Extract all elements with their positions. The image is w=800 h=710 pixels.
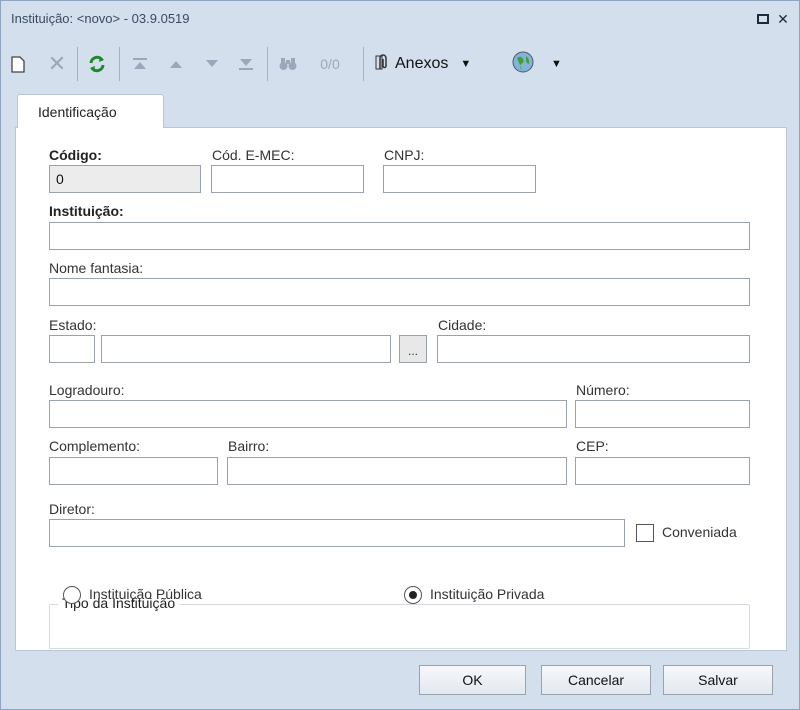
instituicao-privada-radio[interactable] [404, 586, 422, 604]
tab-identificacao[interactable]: Identificação [17, 94, 164, 128]
instituicao-publica-radio[interactable] [63, 586, 81, 604]
estado-lookup-button[interactable]: ... [399, 335, 427, 363]
nome-fantasia-field[interactable] [49, 278, 750, 306]
delete-icon[interactable]: ✕ [45, 51, 69, 77]
ok-button[interactable]: OK [419, 665, 526, 695]
window-title: Instituição: <novo> - 03.9.0519 [11, 11, 190, 26]
globe-dropdown-button[interactable]: ▼ [511, 51, 571, 77]
logradouro-field[interactable] [49, 400, 567, 428]
chevron-down-icon: ▼ [551, 58, 562, 70]
next-record-icon[interactable] [201, 51, 223, 77]
cep-field[interactable] [575, 457, 750, 485]
previous-record-icon[interactable] [165, 51, 187, 77]
binoculars-icon[interactable] [277, 51, 299, 77]
instituicao-field[interactable] [49, 222, 750, 250]
complemento-label: Complemento: [49, 438, 141, 454]
tab-identificacao-label: Identificação [38, 104, 117, 120]
paperclip-icon [375, 53, 391, 76]
record-counter: 0/0 [320, 56, 340, 72]
numero-label: Número: [576, 382, 630, 398]
bairro-label: Bairro: [228, 438, 270, 454]
complemento-field[interactable] [49, 457, 218, 485]
toolbar-separator [77, 47, 78, 81]
anexos-label: Anexos [395, 55, 449, 72]
content-area: Identificação Código: Cód. E-MEC: CNPJ: … [11, 89, 789, 653]
new-document-icon[interactable] [7, 51, 29, 77]
globe-icon [511, 50, 535, 79]
toolbar: ✕ 0/0 Anexos ▼ ▼ [1, 39, 799, 89]
save-button[interactable]: Salvar [663, 665, 773, 695]
cnpj-field[interactable] [383, 165, 536, 193]
estado-name-field[interactable] [101, 335, 391, 363]
bairro-field[interactable] [227, 457, 567, 485]
chevron-down-icon: ▼ [460, 58, 472, 70]
cod-emec-field[interactable] [211, 165, 364, 193]
cidade-field[interactable] [437, 335, 750, 363]
cidade-label: Cidade: [438, 317, 487, 333]
title-bar: Instituição: <novo> - 03.9.0519 ✕ [1, 1, 799, 37]
maximize-icon[interactable] [753, 9, 773, 29]
codigo-label: Código: [49, 147, 102, 163]
instituicao-publica-label: Instituição Pública [89, 586, 202, 602]
refresh-icon[interactable] [85, 51, 109, 77]
conveniada-checkbox[interactable] [636, 524, 654, 542]
diretor-field[interactable] [49, 519, 625, 547]
toolbar-separator [267, 47, 268, 81]
anexos-dropdown-button[interactable]: Anexos ▼ [375, 51, 499, 77]
first-record-icon[interactable] [129, 51, 151, 77]
identificacao-panel: Código: Cód. E-MEC: CNPJ: Instituição: N… [15, 127, 787, 651]
diretor-label: Diretor: [49, 501, 95, 517]
cep-label: CEP: [576, 438, 609, 454]
estado-label: Estado: [49, 317, 97, 333]
instituicao-label: Instituição: [49, 203, 124, 219]
cod-emec-label: Cód. E-MEC: [212, 147, 295, 163]
instituicao-privada-label: Instituição Privada [430, 586, 545, 602]
nome-fantasia-label: Nome fantasia: [49, 260, 144, 276]
radio-selected-dot [409, 591, 417, 599]
close-icon[interactable]: ✕ [773, 9, 793, 29]
toolbar-separator [119, 47, 120, 81]
cnpj-label: CNPJ: [384, 147, 425, 163]
numero-field[interactable] [575, 400, 750, 428]
toolbar-separator [363, 47, 364, 81]
cancel-button[interactable]: Cancelar [541, 665, 651, 695]
estado-code-field[interactable] [49, 335, 95, 363]
conveniada-label: Conveniada [662, 524, 737, 540]
dialog-window: Instituição: <novo> - 03.9.0519 ✕ ✕ 0/0 … [0, 0, 800, 710]
dialog-footer: OK Cancelar Salvar [1, 655, 799, 709]
last-record-icon[interactable] [235, 51, 257, 77]
codigo-field[interactable] [49, 165, 201, 193]
logradouro-label: Logradouro: [49, 382, 125, 398]
